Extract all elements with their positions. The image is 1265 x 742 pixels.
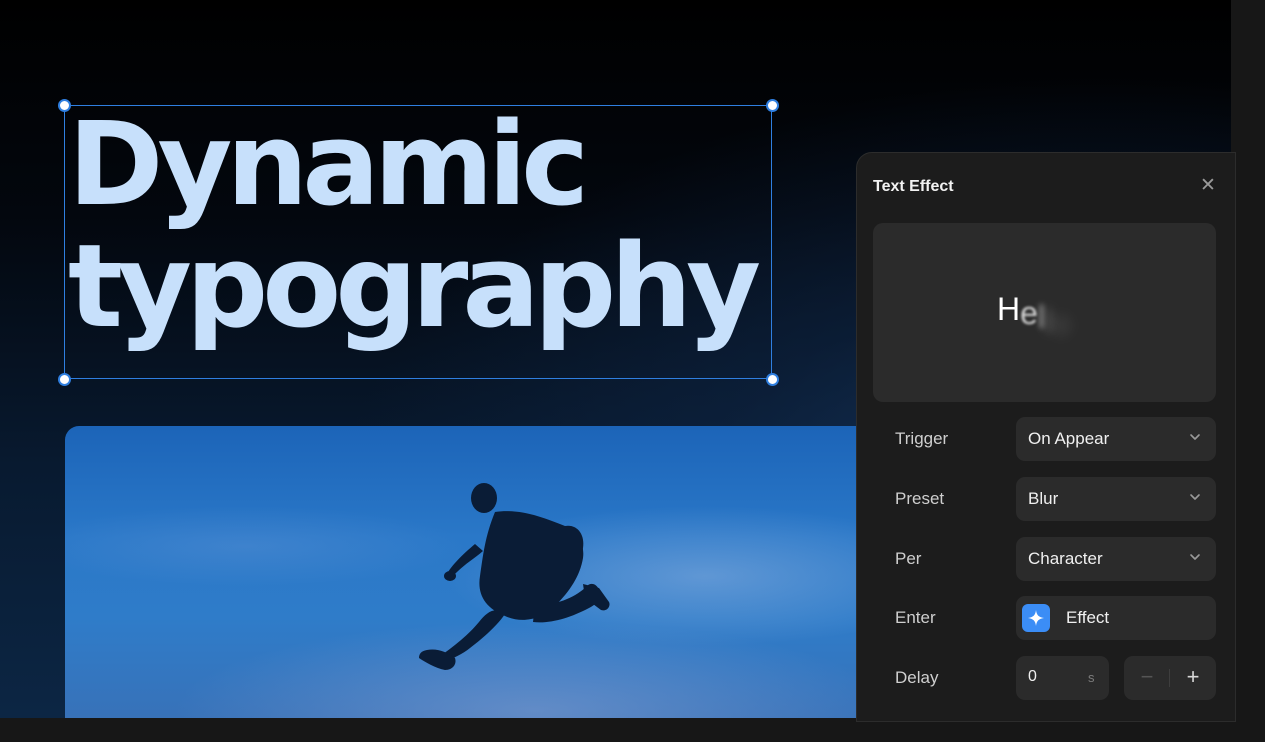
chevron-down-icon bbox=[1190, 434, 1200, 440]
close-icon[interactable]: ✕ bbox=[1197, 175, 1219, 197]
per-select[interactable]: Character bbox=[1016, 537, 1216, 581]
right-edge-panel bbox=[1231, 0, 1265, 742]
jumping-person-silhouette bbox=[419, 483, 610, 670]
per-value: Character bbox=[1028, 549, 1103, 568]
trigger-select[interactable]: On Appear bbox=[1016, 417, 1216, 461]
hero-image[interactable] bbox=[65, 426, 885, 718]
chevron-down-icon bbox=[1190, 494, 1200, 500]
preset-value: Blur bbox=[1028, 489, 1059, 508]
enter-effect-button[interactable]: Effect bbox=[1016, 596, 1216, 640]
selection-box bbox=[64, 105, 772, 379]
preview-char: e bbox=[1020, 295, 1038, 331]
preview-char: l bbox=[1045, 303, 1053, 339]
enter-label: Enter bbox=[895, 608, 936, 627]
decrement-button[interactable]: − bbox=[1124, 656, 1170, 700]
delay-unit: s bbox=[1088, 670, 1095, 685]
resize-handle-bottom-right[interactable] bbox=[766, 373, 779, 386]
increment-button[interactable]: + bbox=[1170, 656, 1216, 700]
resize-handle-bottom-left[interactable] bbox=[58, 373, 71, 386]
delay-input[interactable]: 0 s bbox=[1016, 656, 1109, 700]
enter-effect-label: Effect bbox=[1066, 608, 1110, 627]
delay-value: 0 bbox=[1028, 668, 1037, 685]
trigger-value: On Appear bbox=[1028, 429, 1110, 448]
preview-char: l bbox=[1037, 299, 1046, 335]
resize-handle-top-left[interactable] bbox=[58, 99, 71, 112]
delay-label: Delay bbox=[895, 668, 939, 687]
preset-label: Preset bbox=[895, 489, 945, 508]
panel-title: Text Effect bbox=[873, 178, 954, 195]
trigger-label: Trigger bbox=[895, 429, 949, 448]
sparkle-icon bbox=[1022, 604, 1050, 632]
text-effect-panel: Text Effect ✕ Hello Trigger On Appear Pr… bbox=[856, 152, 1236, 722]
effect-preview: Hello bbox=[873, 223, 1216, 402]
delay-stepper: − + bbox=[1124, 656, 1216, 700]
preset-select[interactable]: Blur bbox=[1016, 477, 1216, 521]
per-label: Per bbox=[895, 549, 922, 568]
resize-handle-top-right[interactable] bbox=[766, 99, 779, 112]
chevron-down-icon bbox=[1190, 554, 1200, 560]
preview-char: o bbox=[1052, 305, 1070, 341]
preview-text: Hello bbox=[997, 291, 1070, 341]
preview-char: H bbox=[997, 291, 1021, 327]
